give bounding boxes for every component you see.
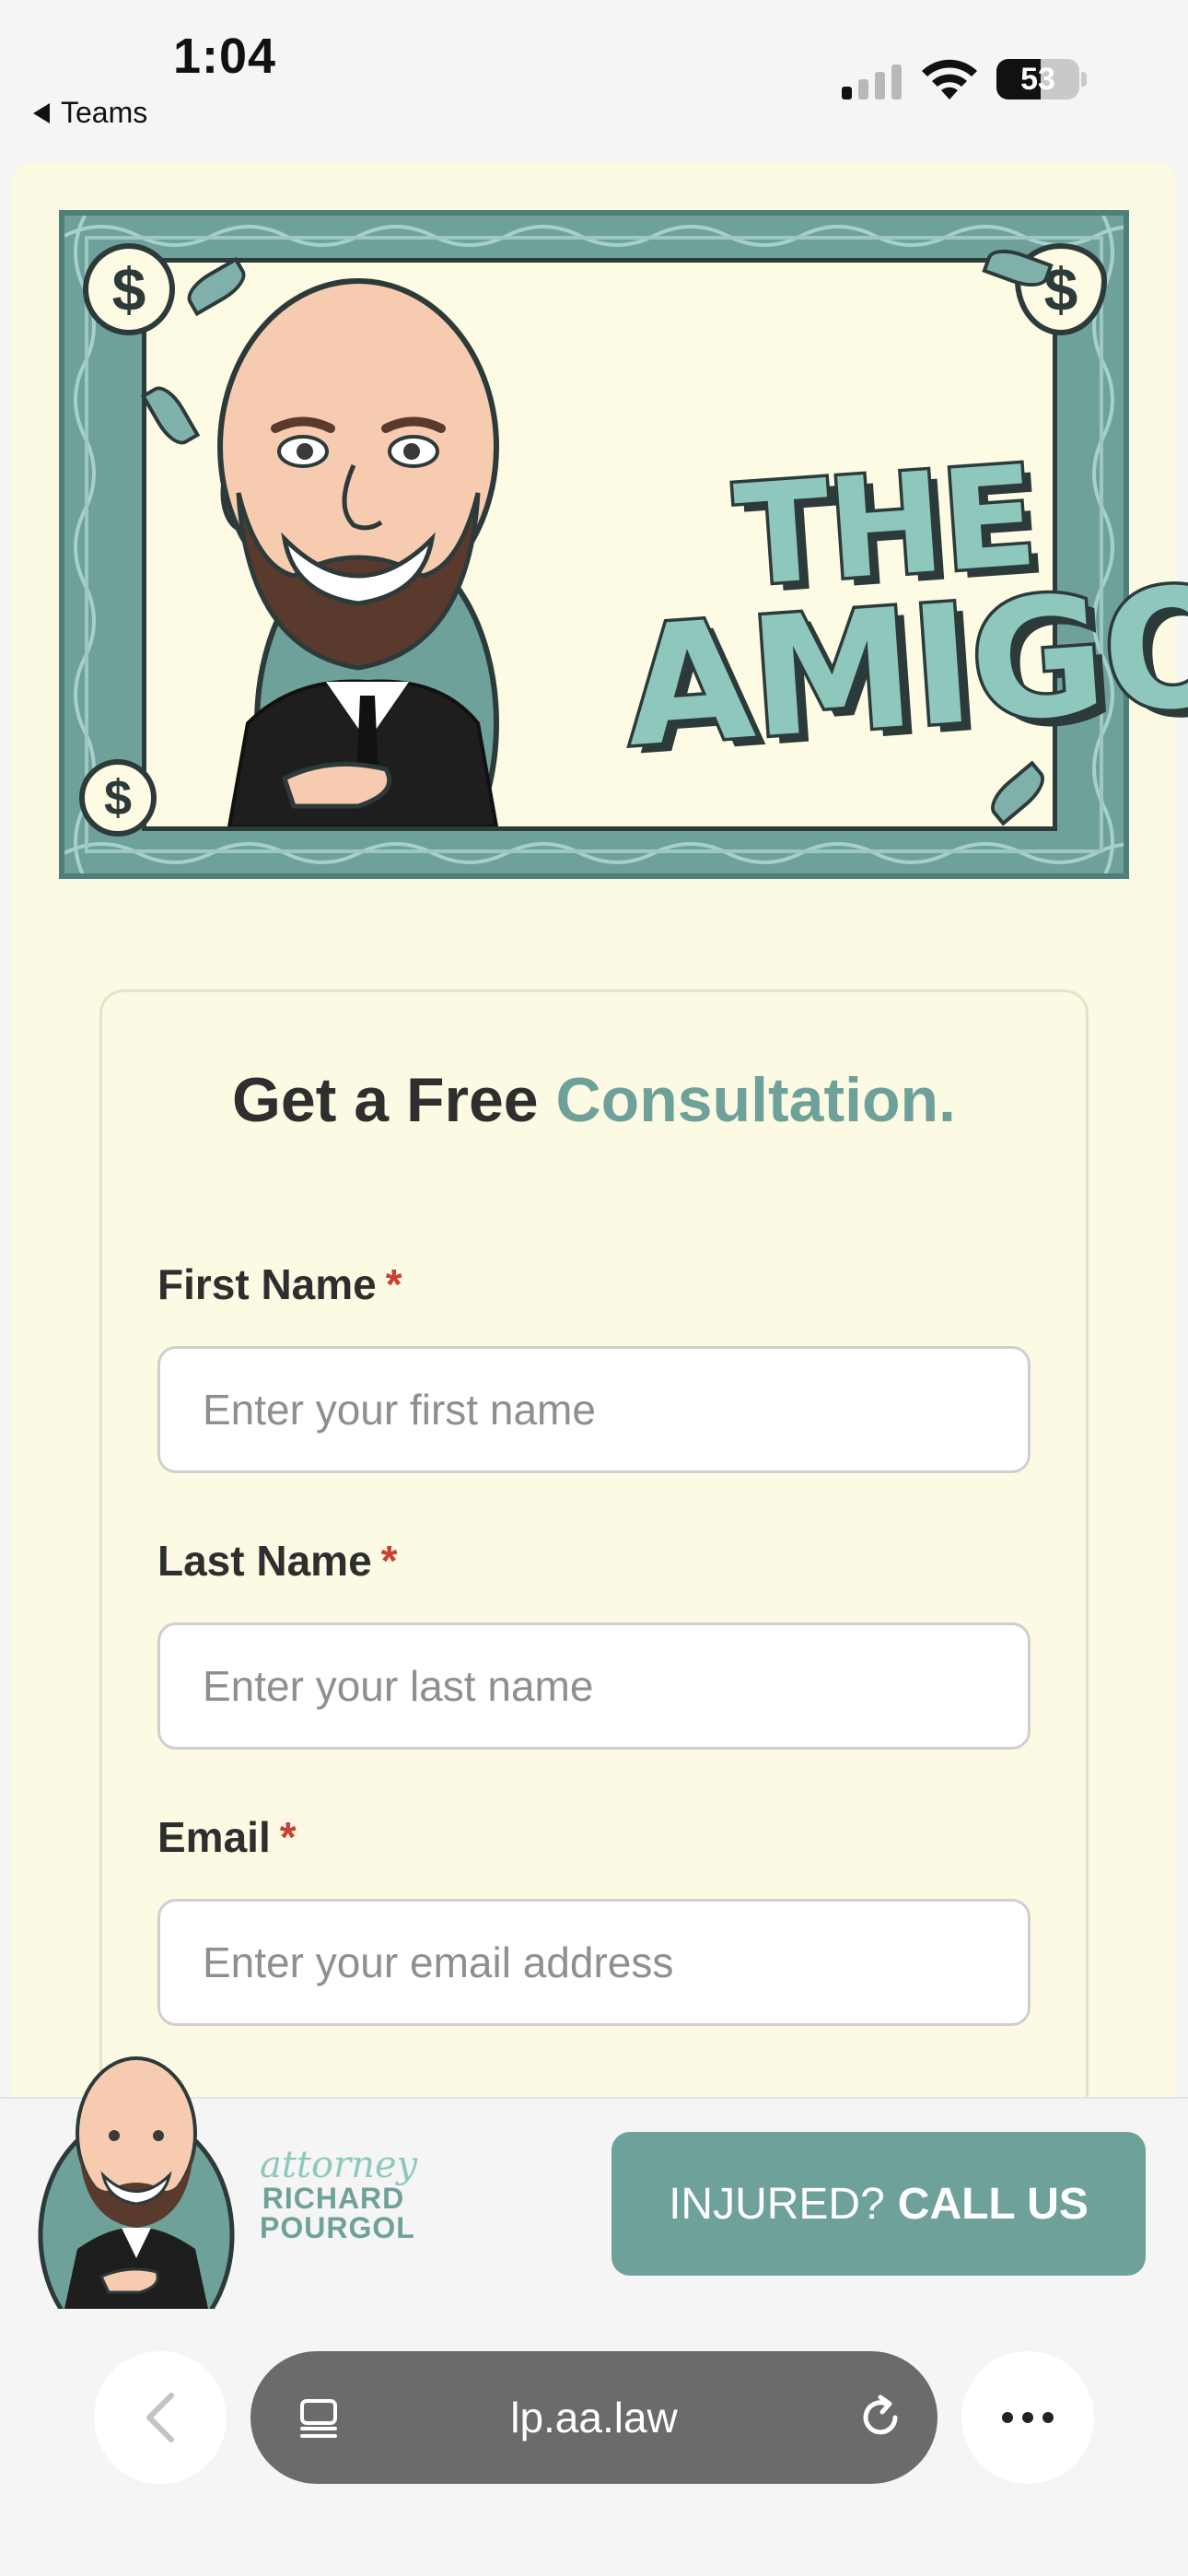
last-name-label: Last Name * xyxy=(157,1536,398,1586)
more-dot-icon xyxy=(1042,2412,1054,2423)
attorney-mascot-avatar xyxy=(37,2051,236,2309)
more-dot-icon xyxy=(1022,2412,1033,2423)
required-marker: * xyxy=(380,1537,398,1585)
url-text: lp.aa.law xyxy=(510,2394,678,2441)
page-menu-icon[interactable] xyxy=(297,2395,341,2440)
banner-title-amigo: AMIGO xyxy=(616,546,1188,786)
hero-banner: THE AMIGO $ $ $ xyxy=(59,210,1188,879)
email-input[interactable] xyxy=(157,1899,1031,2026)
dollar-coin-small-icon: $ xyxy=(79,759,157,837)
wifi-icon xyxy=(922,59,977,100)
attorney-logo: attorney RICHARD POURGOL xyxy=(260,2144,418,2244)
last-name-label-text: Last Name xyxy=(157,1537,372,1585)
more-dot-icon xyxy=(1002,2412,1013,2423)
first-name-label-text: First Name xyxy=(157,1260,377,1308)
call-button-bold: CALL US xyxy=(897,2179,1089,2229)
form-title: Get a Free Consultation. xyxy=(102,1064,1086,1136)
first-name-input[interactable] xyxy=(157,1346,1031,1473)
more-options-button[interactable] xyxy=(961,2351,1094,2484)
consultation-form-card: Get a Free Consultation. First Name* Las… xyxy=(99,989,1089,2187)
email-label: Email * xyxy=(157,1812,297,1862)
chevron-left-icon xyxy=(146,2393,174,2442)
address-bar[interactable]: lp.aa.law xyxy=(250,2351,938,2484)
status-time: 1:04 xyxy=(173,29,277,84)
battery-level: 53 xyxy=(1020,61,1055,97)
logo-script-text: attorney xyxy=(260,2144,418,2186)
cellular-signal-icon xyxy=(842,63,902,100)
form-title-accent: Consultation. xyxy=(555,1065,956,1135)
browser-back-button[interactable] xyxy=(94,2351,227,2484)
call-button-prefix: INJURED? xyxy=(669,2179,885,2229)
required-marker: * xyxy=(385,1260,402,1308)
first-name-label: First Name * xyxy=(157,1259,402,1309)
email-label-text: Email xyxy=(157,1813,271,1861)
logo-first-name: RICHARD xyxy=(262,2182,405,2215)
back-to-app-button[interactable]: Teams xyxy=(33,96,147,130)
status-bar: 1:04 Teams 53 xyxy=(0,0,1188,157)
last-name-input[interactable] xyxy=(157,1622,1031,1750)
battery-icon: 53 xyxy=(996,59,1079,100)
dollar-coin-icon: $ xyxy=(83,243,175,335)
back-app-label: Teams xyxy=(61,96,148,129)
back-triangle-icon xyxy=(33,102,50,123)
banner-card: THE AMIGO xyxy=(142,258,1188,831)
call-us-button[interactable]: INJURED? CALL US xyxy=(611,2132,1146,2276)
battery-tip xyxy=(1081,72,1087,87)
form-title-plain: Get a Free xyxy=(232,1065,539,1135)
reload-icon[interactable] xyxy=(855,2392,906,2443)
required-marker: * xyxy=(279,1813,297,1861)
attorney-caricature-illustration xyxy=(217,278,499,826)
logo-last-name: POURGOL xyxy=(260,2211,415,2244)
